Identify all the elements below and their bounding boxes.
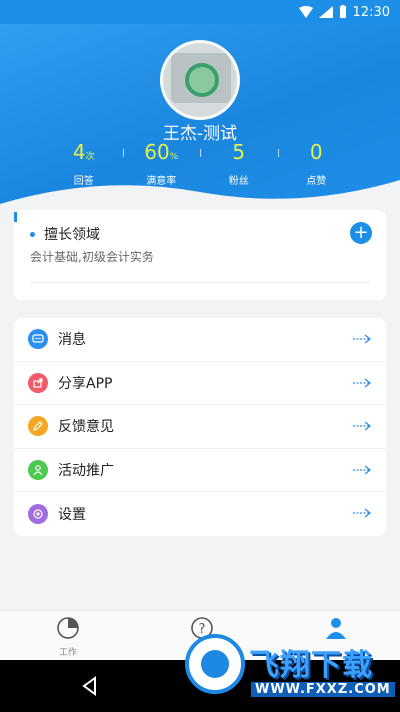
person-icon [28,460,48,481]
expertise-title: 擅长领域 [44,227,100,243]
avatar-photo-fan [185,63,219,97]
stat-value: 60 [144,140,170,164]
bullet-dot [30,232,35,237]
signal-icon [318,6,333,18]
tab-work[interactable]: 工作 [38,615,98,658]
stat-unit: % [169,152,179,162]
watermark-logo: 飞翔下载 WWW.FXXZ.COM [185,632,395,710]
pie-chart-icon [57,617,79,639]
arrow-right-icon [353,508,372,518]
target-icon [28,504,48,525]
header-wave [0,180,400,214]
stat-value: 4 [72,140,86,164]
menu-item-label: 设置 [58,507,86,524]
tab-label: 工作 [58,648,77,658]
battery-icon [339,5,346,18]
status-time: 12:30 [352,4,390,20]
arrow-right-icon [353,334,372,344]
status-bar: 12:30 [0,0,400,24]
menu-item-label: 消息 [58,332,86,349]
chat-icon [28,329,48,350]
expertise-content: 会计基础,初级会计实务 [30,250,154,264]
arrow-right-icon [353,465,372,475]
expertise-card: 擅长领域 会计基础,初级会计实务 + [14,210,386,300]
avatar[interactable] [160,40,240,120]
menu-item-messages[interactable]: 消息 [14,318,386,362]
watermark-site: WWW.FXXZ.COM [251,682,395,697]
divider [30,282,370,283]
menu-item-promotion[interactable]: 活动推广 [14,449,386,493]
pencil-icon [28,416,48,437]
profile-header: 王杰-测试 4次 回答 60% 满意率 5 粉丝 0 点赞 [0,24,400,214]
arrow-right-icon [353,378,372,388]
add-expertise-button[interactable]: + [350,222,372,244]
stat-value: 5 [232,140,246,164]
menu-item-settings[interactable]: 设置 [14,492,386,536]
watermark-emblem-icon [185,634,245,694]
menu-item-feedback[interactable]: 反馈意见 [14,405,386,449]
menu-list: 消息 分享APP 反馈意见 活动推广 设置 [14,318,386,536]
menu-item-label: 分享APP [58,375,113,392]
back-icon[interactable] [78,674,102,698]
card-accent-line [14,212,17,222]
share-icon [28,372,48,393]
stat-value: 0 [309,140,323,164]
wifi-icon [298,6,313,18]
watermark-text: 飞翔下载 [249,648,373,683]
menu-item-share-app[interactable]: 分享APP [14,362,386,406]
arrow-right-icon [353,421,372,431]
menu-item-label: 反馈意见 [58,419,114,436]
stat-unit: 次 [85,152,95,162]
menu-item-label: 活动推广 [58,463,114,480]
